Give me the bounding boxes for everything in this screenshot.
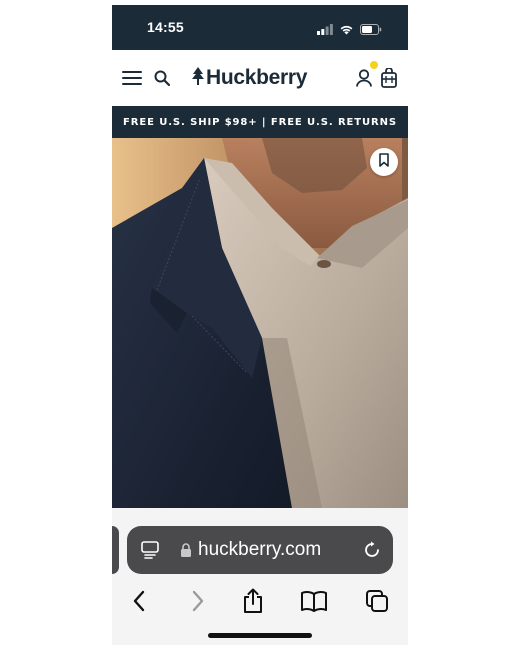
- status-icons: [317, 22, 382, 40]
- bookmarks-icon: [300, 590, 328, 617]
- status-bar: 14:55: [112, 5, 408, 50]
- promo-banner[interactable]: FREE U.S. SHIP $98+ | FREE U.S. RETURNS: [112, 106, 408, 138]
- hero-image[interactable]: [112, 138, 408, 508]
- menu-icon[interactable]: [121, 68, 143, 88]
- browser-nav: [112, 586, 408, 620]
- share-button[interactable]: [236, 586, 270, 620]
- cart-icon[interactable]: [370, 61, 398, 89]
- wifi-icon: [339, 22, 354, 40]
- brand-logo[interactable]: Huckberry: [192, 64, 307, 92]
- cart-badge: [370, 61, 378, 69]
- search-icon[interactable]: [152, 68, 172, 88]
- share-icon: [242, 588, 264, 619]
- tree-logo-icon: [192, 66, 204, 90]
- address-bar[interactable]: huckberry.com: [127, 526, 393, 574]
- bookmarks-button[interactable]: [297, 586, 331, 620]
- forward-icon: [191, 590, 205, 617]
- account-icon[interactable]: [355, 68, 373, 88]
- forward-button[interactable]: [181, 586, 215, 620]
- page-menu-icon[interactable]: [139, 539, 161, 561]
- lock-icon: [179, 542, 193, 558]
- previous-tab-peek[interactable]: [112, 526, 119, 574]
- home-indicator[interactable]: [208, 633, 312, 638]
- back-icon: [132, 590, 146, 617]
- brand-name: Huckberry: [206, 66, 308, 89]
- battery-icon: [360, 22, 382, 40]
- tabs-button[interactable]: [360, 586, 394, 620]
- site-header: Huckberry: [112, 50, 408, 106]
- cellular-signal-icon: [317, 22, 333, 40]
- phone-screen: 14:55 Huckberry FREE U.S. SHIP $98+ | FR…: [112, 5, 408, 645]
- browser-toolbar: huckberry.com: [112, 508, 408, 645]
- url-text: huckberry.com: [198, 539, 322, 560]
- bookmark-icon: [378, 152, 390, 172]
- model-photo: [112, 138, 408, 508]
- status-time: 14:55: [147, 19, 184, 35]
- reload-icon[interactable]: [361, 539, 383, 561]
- tabs-icon: [365, 589, 389, 618]
- bookmark-button[interactable]: [370, 148, 398, 176]
- back-button[interactable]: [122, 586, 156, 620]
